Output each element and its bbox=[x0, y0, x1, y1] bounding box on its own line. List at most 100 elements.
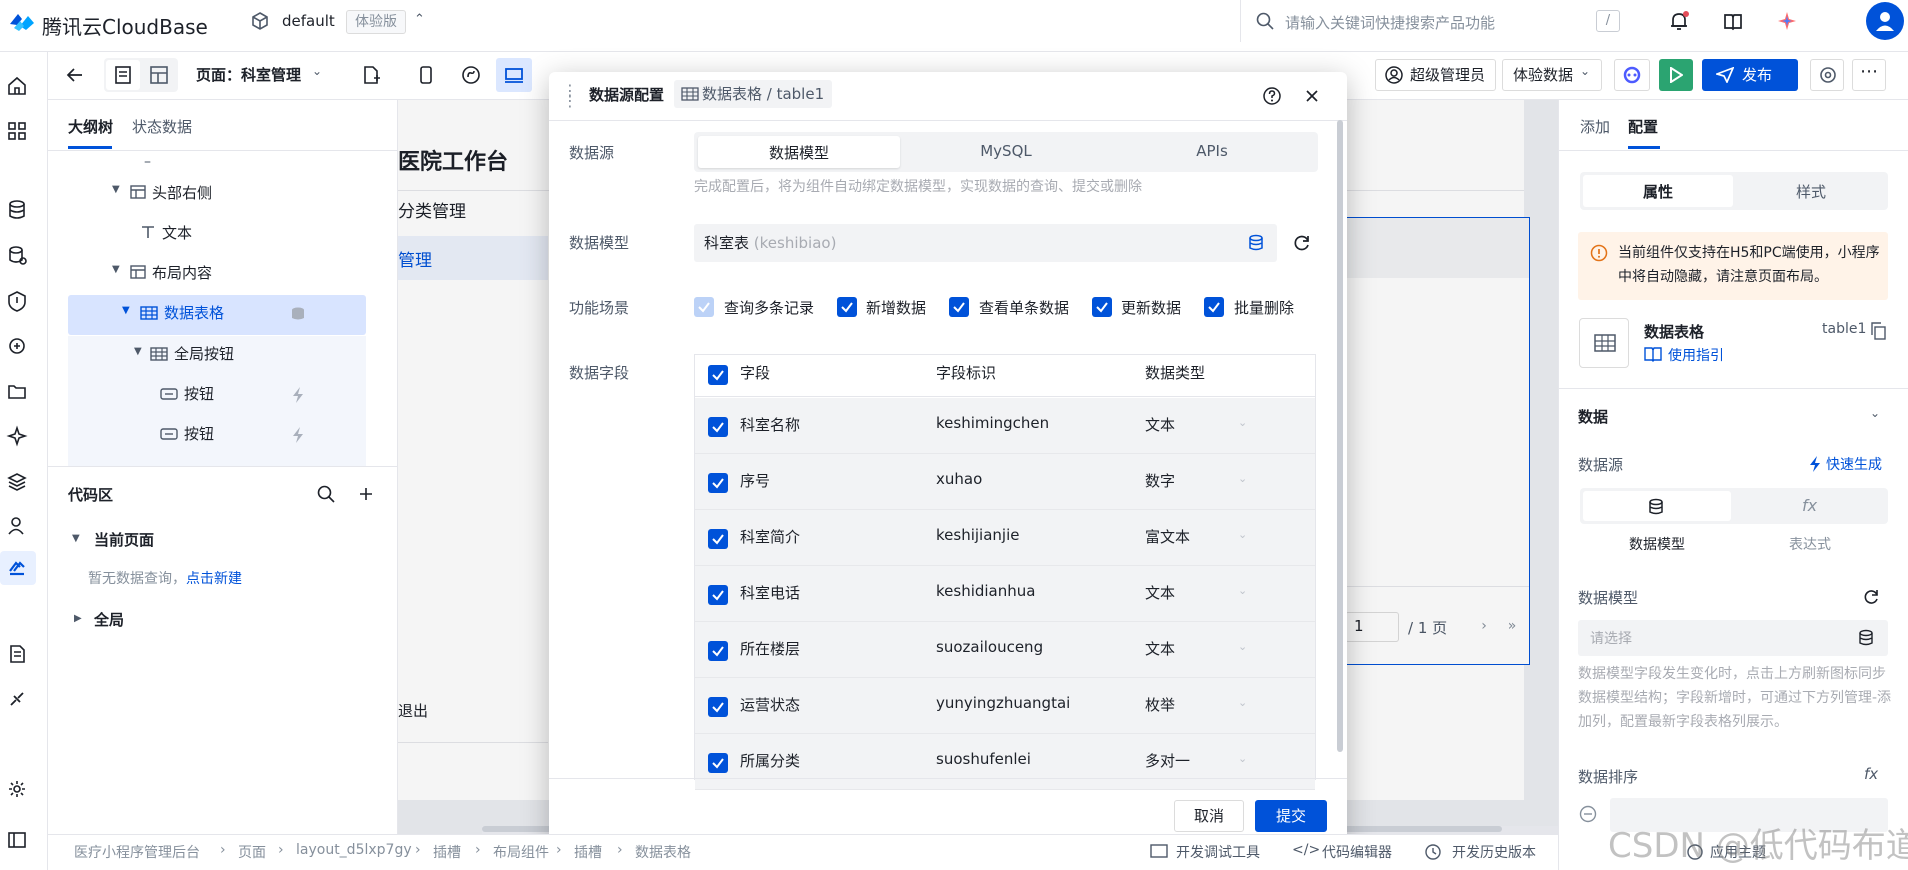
lowcode-icon[interactable] bbox=[6, 557, 28, 579]
field-type[interactable]: 文本 bbox=[1145, 414, 1175, 435]
tab-add[interactable]: 添加 bbox=[1580, 116, 1610, 137]
collapse-rail-icon[interactable] bbox=[6, 829, 28, 851]
field-row-checkbox[interactable] bbox=[708, 753, 728, 773]
sparkle-icon[interactable] bbox=[6, 425, 28, 447]
field-row-checkbox[interactable] bbox=[708, 641, 728, 661]
cloudbase-logo-icon[interactable] bbox=[8, 10, 36, 32]
field-row-checkbox[interactable] bbox=[708, 585, 728, 605]
history-button[interactable]: 开发历史版本 bbox=[1452, 842, 1536, 862]
storage-icon[interactable] bbox=[6, 380, 28, 402]
search-icon[interactable] bbox=[316, 484, 336, 504]
tree-item-layout-content[interactable]: 布局内容 bbox=[152, 262, 212, 302]
current-page-group[interactable]: 当前页面 bbox=[94, 529, 154, 550]
ai-button[interactable] bbox=[1614, 59, 1650, 91]
breadcrumb-item[interactable]: 插槽 bbox=[574, 842, 602, 862]
home-icon[interactable] bbox=[6, 75, 28, 97]
submit-button[interactable]: 提交 bbox=[1255, 800, 1327, 832]
fx-icon[interactable]: fx bbox=[1802, 496, 1817, 515]
breadcrumb-item[interactable]: 数据表格 bbox=[635, 842, 691, 862]
caret-right-icon[interactable]: ▶ bbox=[74, 613, 82, 624]
field-row-checkbox[interactable] bbox=[708, 417, 728, 437]
breadcrumb-item[interactable]: 布局组件 bbox=[493, 842, 549, 862]
scene-checkbox-batch-delete[interactable] bbox=[1204, 297, 1224, 317]
source-tab-mysql[interactable]: MySQL bbox=[906, 142, 1106, 160]
brand-title[interactable]: 腾讯云CloudBase bbox=[42, 11, 208, 40]
drag-handle-icon[interactable]: ⋮ ⋮ bbox=[562, 83, 578, 109]
scene-checkbox-update[interactable] bbox=[1092, 297, 1112, 317]
tab-state[interactable]: 状态数据 bbox=[132, 116, 192, 137]
pc-preview-icon[interactable] bbox=[503, 64, 525, 86]
settings-button[interactable] bbox=[1810, 59, 1844, 91]
layers-icon[interactable] bbox=[6, 470, 28, 492]
code-editor-button[interactable]: 代码编辑器 bbox=[1322, 842, 1392, 862]
refresh-icon[interactable] bbox=[1292, 233, 1312, 253]
tab-outline[interactable]: 大纲树 bbox=[68, 116, 113, 137]
page-view-icon[interactable] bbox=[112, 64, 134, 86]
type-dropdown-chevron-icon[interactable]: ⌄ bbox=[1238, 528, 1247, 541]
layout-view-icon[interactable] bbox=[148, 64, 170, 86]
type-dropdown-chevron-icon[interactable]: ⌄ bbox=[1238, 584, 1247, 597]
tree-caret-icon[interactable]: ▼ bbox=[134, 346, 142, 357]
type-dropdown-chevron-icon[interactable]: ⌄ bbox=[1238, 696, 1247, 709]
cancel-button[interactable]: 取消 bbox=[1174, 800, 1244, 832]
section-chevron-icon[interactable]: ⌄ bbox=[1870, 406, 1880, 420]
tree-item-header-right[interactable]: 头部右侧 bbox=[152, 182, 212, 222]
mobile-preview-icon[interactable] bbox=[415, 64, 437, 86]
breadcrumb-item[interactable]: 医疗小程序管理后台 bbox=[74, 842, 200, 862]
shield-icon[interactable] bbox=[6, 290, 28, 312]
apps-icon[interactable] bbox=[6, 120, 28, 142]
tree-item-button[interactable]: 按钮 bbox=[184, 423, 214, 463]
type-dropdown-chevron-icon[interactable]: ⌄ bbox=[1238, 416, 1247, 429]
section-data-title[interactable]: 数据 bbox=[1578, 406, 1608, 427]
tree-item-data-table[interactable]: 数据表格 bbox=[164, 302, 224, 342]
minus-circle-icon[interactable] bbox=[1579, 805, 1597, 823]
fx-icon[interactable]: fx bbox=[1864, 765, 1878, 783]
book-icon[interactable] bbox=[1722, 10, 1744, 32]
field-row-checkbox[interactable] bbox=[708, 529, 728, 549]
global-search[interactable]: 请输入关键词快捷搜索产品功能 bbox=[1240, 0, 1630, 42]
breadcrumb-item[interactable]: 页面 bbox=[238, 842, 266, 862]
user-permission-icon[interactable] bbox=[6, 515, 28, 537]
help-icon[interactable] bbox=[1262, 86, 1282, 106]
field-type[interactable]: 多对一 bbox=[1145, 750, 1190, 771]
data-model-icon[interactable] bbox=[6, 245, 28, 267]
type-dropdown-chevron-icon[interactable]: ⌄ bbox=[1238, 752, 1247, 765]
field-type[interactable]: 文本 bbox=[1145, 638, 1175, 659]
scene-checkbox-create[interactable] bbox=[837, 297, 857, 317]
field-type[interactable]: 文本 bbox=[1145, 582, 1175, 603]
source-tab-apis[interactable]: APIs bbox=[1112, 142, 1312, 160]
database-icon[interactable] bbox=[1647, 498, 1665, 516]
env-name[interactable]: default bbox=[282, 12, 335, 30]
search-input[interactable]: 请输入关键词快捷搜索产品功能 bbox=[1285, 12, 1495, 33]
page-selector[interactable]: 页面：科室管理 bbox=[196, 64, 301, 85]
type-dropdown-chevron-icon[interactable]: ⌄ bbox=[1238, 472, 1247, 485]
tree-item-text[interactable]: 文本 bbox=[162, 222, 192, 262]
tab-config[interactable]: 配置 bbox=[1628, 116, 1658, 137]
function-icon[interactable] bbox=[6, 335, 28, 357]
page-selector-chevron-icon[interactable]: ⌄ bbox=[312, 64, 322, 78]
new-query-link[interactable]: 点击新建 bbox=[186, 571, 242, 587]
global-group[interactable]: 全局 bbox=[94, 609, 124, 630]
tree-item-global-buttons[interactable]: 全局按钮 bbox=[174, 343, 234, 383]
field-type[interactable]: 数字 bbox=[1145, 470, 1175, 491]
plus-icon[interactable] bbox=[356, 484, 376, 504]
ai-assistant-icon[interactable] bbox=[1776, 10, 1798, 32]
env-switch-icon[interactable]: ⌃ bbox=[414, 12, 425, 27]
scene-checkbox-view[interactable] bbox=[949, 297, 969, 317]
tab-properties[interactable]: 属性 bbox=[1583, 181, 1733, 202]
debug-tool-button[interactable]: 开发调试工具 bbox=[1176, 842, 1260, 862]
database-icon[interactable] bbox=[6, 199, 28, 221]
bell-icon[interactable] bbox=[1668, 10, 1690, 32]
field-row-checkbox[interactable] bbox=[708, 697, 728, 717]
source-mode-model[interactable]: 数据模型 bbox=[1583, 534, 1731, 554]
tree-item-button[interactable]: 按钮 bbox=[184, 383, 214, 423]
field-type[interactable]: 富文本 bbox=[1145, 526, 1190, 547]
copy-icon[interactable] bbox=[1870, 322, 1886, 340]
add-page-icon[interactable] bbox=[360, 64, 382, 86]
caret-down-icon[interactable]: ▼ bbox=[72, 533, 80, 544]
back-arrow-icon[interactable] bbox=[64, 64, 86, 86]
type-dropdown-chevron-icon[interactable]: ⌄ bbox=[1238, 640, 1247, 653]
quick-generate-link[interactable]: 快速生成 bbox=[1826, 454, 1882, 474]
source-mode-expr[interactable]: 表达式 bbox=[1736, 534, 1884, 554]
plugin-icon[interactable] bbox=[6, 688, 28, 710]
